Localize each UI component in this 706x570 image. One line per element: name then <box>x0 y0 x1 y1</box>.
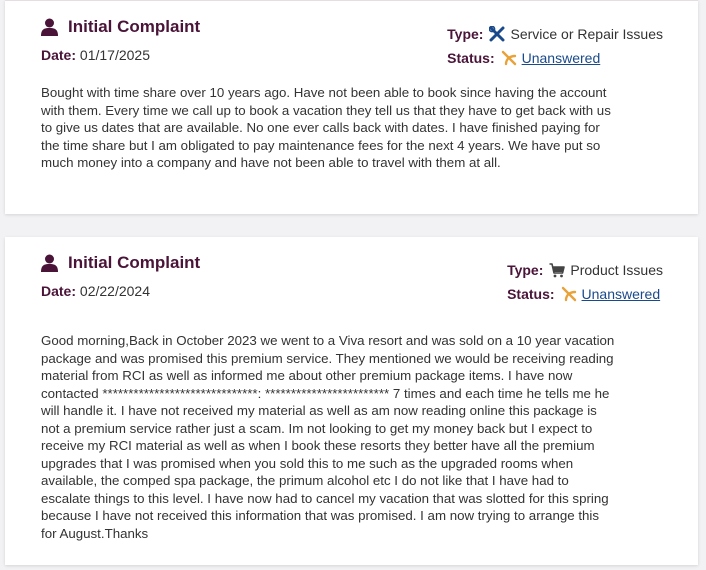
date-label: Date: <box>41 47 77 63</box>
complaint-card: Initial Complaint Date: 02/22/2024 Type:… <box>5 237 698 565</box>
status-row: Status: Unanswered <box>507 282 663 306</box>
complaint-date: Date: 01/17/2025 <box>41 47 150 63</box>
status-label: Status: <box>447 50 495 66</box>
complaint-header: Initial Complaint <box>41 17 200 37</box>
type-label: Type: <box>447 26 484 42</box>
unanswered-icon <box>501 50 516 66</box>
date-value: 02/22/2024 <box>79 283 150 299</box>
status-link[interactable]: Unanswered <box>582 286 661 302</box>
complaint-meta: Type: Product Issues Status: Unanswered <box>507 258 663 306</box>
date-label: Date: <box>41 283 77 299</box>
complaint-body: Bought with time share over 10 years ago… <box>41 85 611 170</box>
complaint-body: Good morning,Back in October 2023 we wen… <box>41 333 615 541</box>
type-value: Product Issues <box>570 262 663 278</box>
complaint-title: Initial Complaint <box>68 253 201 272</box>
person-icon <box>41 254 58 272</box>
complaint-card: Initial Complaint Date: 01/17/2025 Type:… <box>5 0 698 214</box>
wrench-screwdriver-icon <box>489 26 505 42</box>
shopping-cart-icon <box>549 263 566 278</box>
status-row: Status: Unanswered <box>447 46 663 70</box>
status-link[interactable]: Unanswered <box>522 50 601 66</box>
unanswered-icon <box>561 286 576 302</box>
complaint-meta: Type: Service or Repair Issues Status: U… <box>447 22 663 70</box>
status-label: Status: <box>507 286 555 302</box>
type-value: Service or Repair Issues <box>510 26 663 42</box>
date-value: 01/17/2025 <box>79 47 150 63</box>
person-icon <box>41 18 58 36</box>
complaint-title: Initial Complaint <box>68 17 201 36</box>
complaint-date: Date: 02/22/2024 <box>41 283 150 299</box>
type-label: Type: <box>507 262 544 278</box>
type-row: Type: Product Issues <box>507 258 663 282</box>
complaint-header: Initial Complaint <box>41 253 200 273</box>
type-row: Type: Service or Repair Issues <box>447 22 663 46</box>
